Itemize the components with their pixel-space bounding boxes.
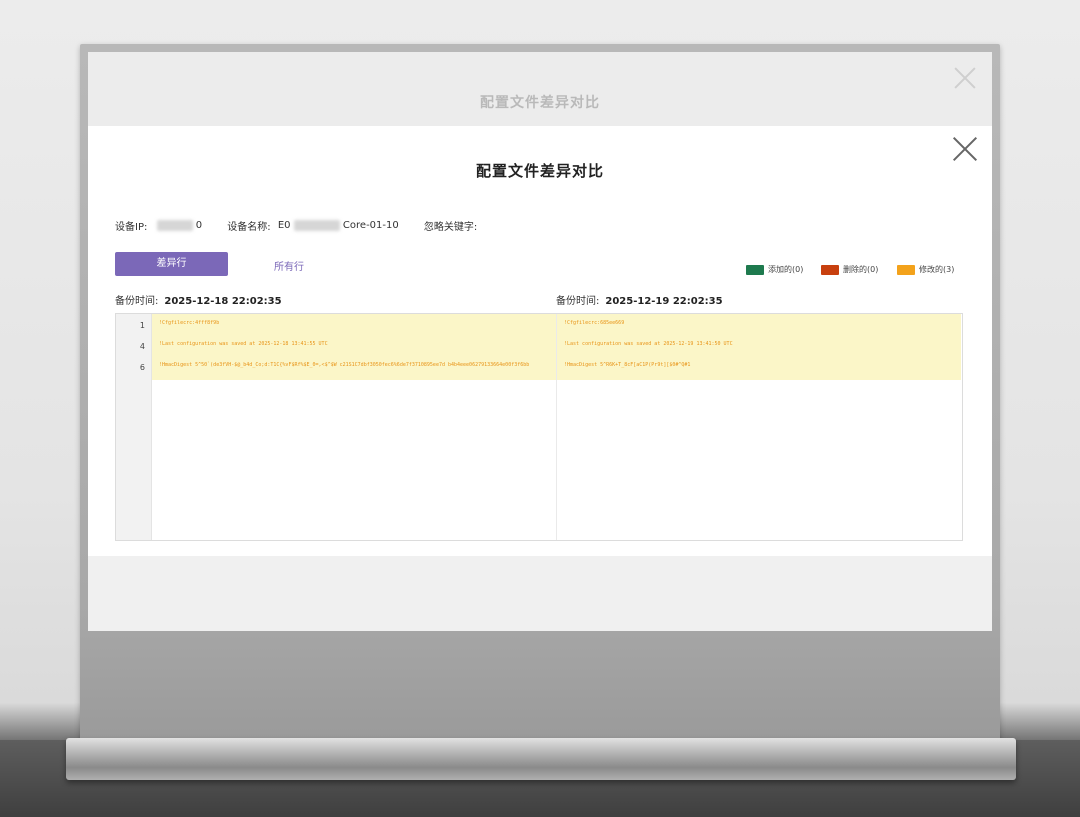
right-backup-time-value: 2025-12-19 22:02:35	[605, 296, 723, 307]
device-info-row: 设备IP: 0 设备名称: E0 Core-01-10 忽略关键字:	[115, 218, 477, 233]
legend-deleted: 删除的(0)	[821, 264, 878, 275]
screen: 配置文件差异对比 配置文件差异对比 设备IP: 0 设备名称: E0 Core-…	[88, 52, 992, 631]
monitor-stand	[66, 738, 1016, 780]
code-line: !Last configuration was saved at 2025-12…	[564, 341, 733, 347]
ignore-keyword-label: 忽略关键字:	[423, 222, 478, 233]
legend-added-label: 添加的(0)	[768, 265, 804, 274]
device-name-prefix: E0	[277, 220, 291, 231]
right-backup-time-label: 备份时间:	[556, 296, 600, 307]
right-pane[interactable]: !Cfgfilecrc:685ee669 !Last configuration…	[557, 314, 961, 540]
redacted-ip	[156, 220, 193, 231]
diff-panel: 1 4 6 !Cfgfilecrc:4fff8f9b !Last configu…	[115, 313, 963, 541]
modal-footer	[88, 556, 992, 631]
close-icon[interactable]	[952, 136, 978, 162]
modified-swatch	[897, 264, 915, 275]
line-number: 1	[139, 321, 145, 330]
deleted-swatch	[821, 264, 839, 275]
device-name-suffix: Core-01-10	[342, 220, 399, 231]
left-backup-time-label: 备份时间:	[115, 296, 159, 307]
line-number: 6	[139, 363, 145, 372]
device-ip-label: 设备IP:	[115, 222, 148, 233]
diff-modal: 配置文件差异对比 设备IP: 0 设备名称: E0 Core-01-10 忽略关…	[88, 126, 992, 556]
line-number: 4	[139, 342, 145, 351]
left-pane[interactable]: !Cfgfilecrc:4fff8f9b !Last configuration…	[152, 314, 557, 540]
code-line: !Last configuration was saved at 2025-12…	[159, 341, 328, 347]
redacted-device-name	[293, 220, 340, 231]
legend-modified-label: 修改的(3)	[919, 265, 955, 274]
added-swatch	[746, 264, 764, 275]
legend-deleted-label: 删除的(0)	[843, 265, 879, 274]
background-dialog-header: 配置文件差异对比	[88, 52, 992, 126]
background-dialog-title: 配置文件差异对比	[480, 95, 600, 111]
code-line: !HmacDigest 5^50`(de3fVH-$@_b4d_Co;d:T1C…	[159, 362, 530, 368]
diff-lines-button[interactable]: 差异行	[115, 252, 228, 276]
legend-modified: 修改的(3)	[897, 264, 954, 275]
code-line: !HmacDigest 5^R6K+T_8cF[aC1P(Pr9t][$0#^Q…	[564, 362, 691, 368]
all-lines-button[interactable]: 所有行	[274, 258, 304, 273]
legend-added: 添加的(0)	[746, 264, 803, 275]
left-backup-time: 备份时间: 2025-12-18 22:02:35	[115, 292, 282, 307]
right-backup-time: 备份时间: 2025-12-19 22:02:35	[556, 292, 723, 307]
code-line: !Cfgfilecrc:685ee669	[564, 320, 625, 326]
code-line: !Cfgfilecrc:4fff8f9b	[159, 320, 220, 326]
background-close-icon	[953, 66, 977, 90]
left-backup-time-value: 2025-12-18 22:02:35	[164, 296, 282, 307]
device-ip-suffix: 0	[195, 220, 203, 231]
modal-title: 配置文件差异对比	[475, 162, 604, 180]
line-number-gutter: 1 4 6	[116, 314, 152, 540]
device-name-label: 设备名称:	[227, 222, 271, 233]
